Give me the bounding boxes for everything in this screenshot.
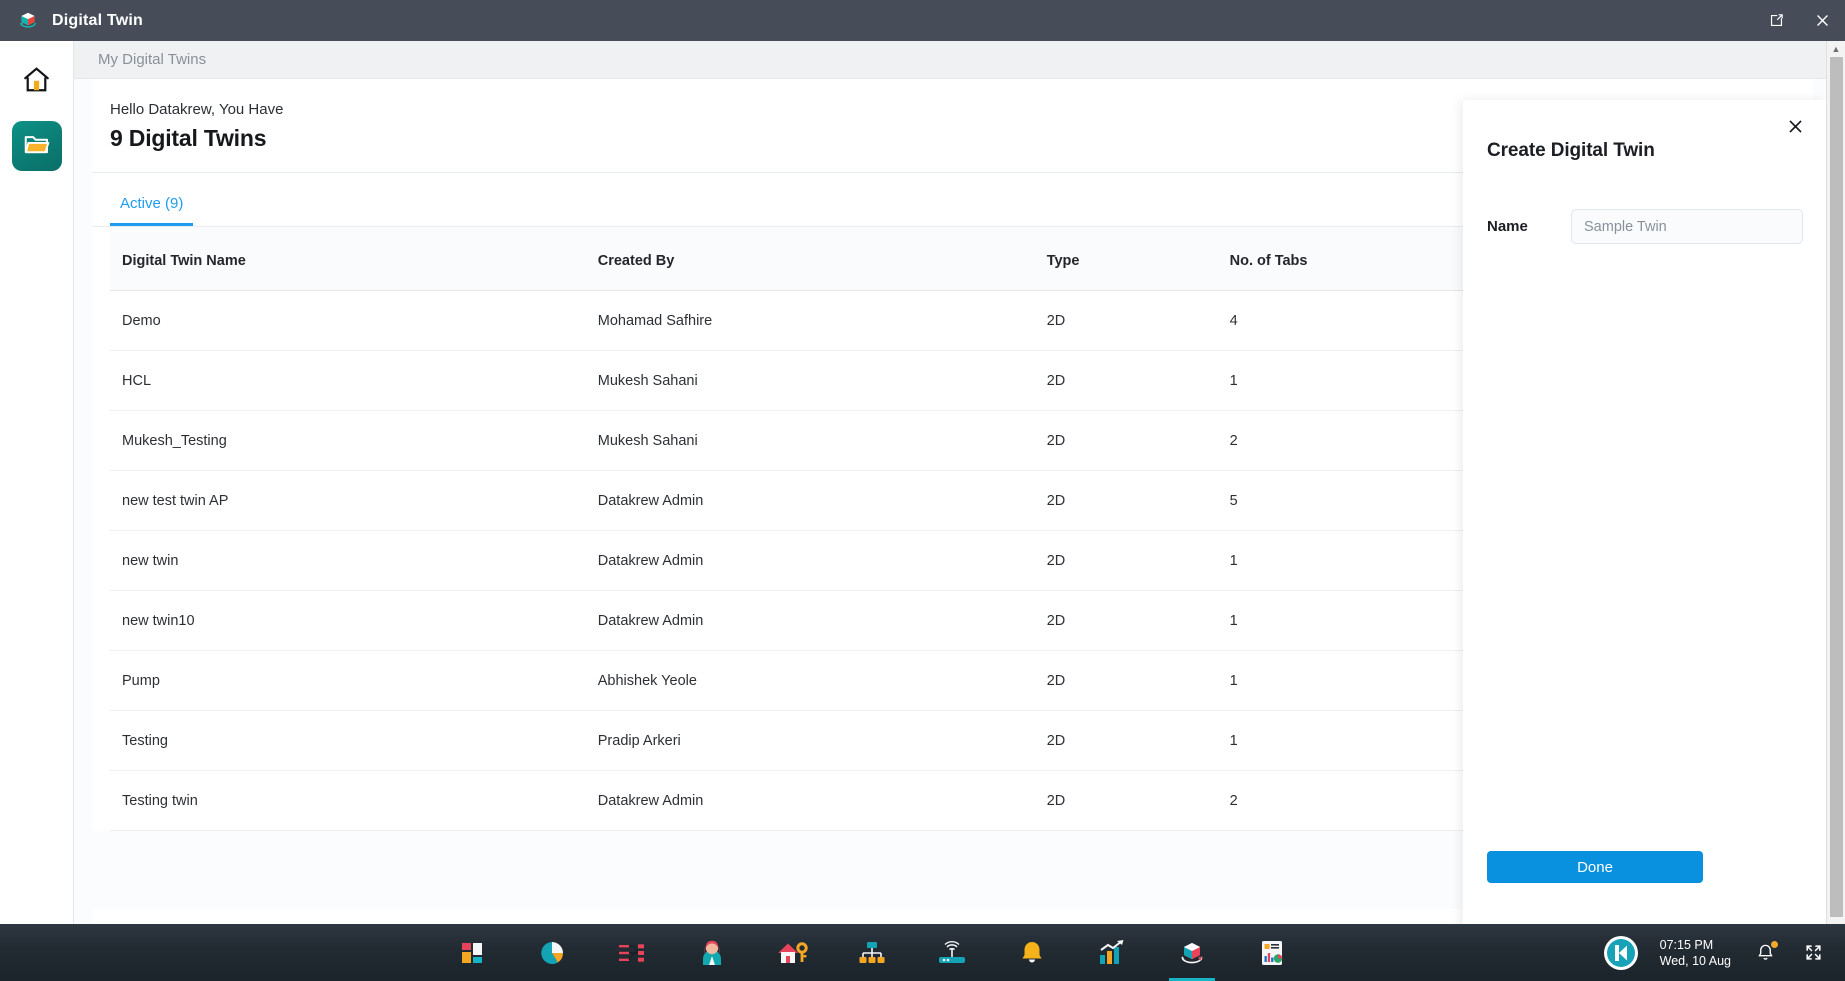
- home-icon: [21, 64, 52, 100]
- cell-created-by: Datakrew Admin: [598, 771, 1047, 831]
- cell-type: 2D: [1047, 651, 1230, 711]
- name-input[interactable]: Sample Twin: [1571, 209, 1803, 244]
- flow-diagram-icon[interactable]: [615, 936, 649, 970]
- breadcrumb: My Digital Twins: [74, 41, 1831, 79]
- name-field-row: Name Sample Twin: [1487, 209, 1803, 244]
- breadcrumb-label: My Digital Twins: [98, 51, 206, 68]
- cell-created-by: Abhishek Yeole: [598, 651, 1047, 711]
- clock[interactable]: 07:15 PM Wed, 10 Aug: [1660, 937, 1731, 969]
- popout-button[interactable]: [1753, 0, 1799, 41]
- column-header-name[interactable]: Digital Twin Name: [110, 227, 598, 291]
- name-label: Name: [1487, 218, 1571, 235]
- column-header-type[interactable]: Type: [1047, 227, 1230, 291]
- window-titlebar: Digital Twin: [0, 0, 1845, 41]
- page-scrollbar[interactable]: ▲ ▼: [1826, 41, 1845, 981]
- cell-twin-name[interactable]: Pump: [110, 651, 598, 711]
- notification-badge: [1771, 941, 1778, 948]
- cell-twin-name[interactable]: new twin: [110, 531, 598, 591]
- taskbar-icons: [455, 936, 1289, 970]
- window-title: Digital Twin: [52, 12, 143, 30]
- trending-chart-icon[interactable]: [1095, 936, 1129, 970]
- done-button[interactable]: Done: [1487, 851, 1703, 883]
- cell-created-by: Pradip Arkeri: [598, 711, 1047, 771]
- report-analytics-icon[interactable]: [1255, 936, 1289, 970]
- folder-open-icon: [22, 129, 52, 164]
- cell-twin-name[interactable]: Demo: [110, 291, 598, 351]
- tray-icons: [1753, 941, 1825, 965]
- cell-twin-name[interactable]: Mukesh_Testing: [110, 411, 598, 471]
- cell-twin-name[interactable]: new twin10: [110, 591, 598, 651]
- clock-date: Wed, 10 Aug: [1660, 953, 1731, 969]
- close-button[interactable]: [1799, 0, 1845, 41]
- left-rail: [0, 41, 74, 981]
- cell-twin-name[interactable]: new test twin AP: [110, 471, 598, 531]
- cube-3d-icon[interactable]: [1175, 936, 1209, 970]
- cell-type: 2D: [1047, 351, 1230, 411]
- cube-3d-icon: [16, 9, 40, 33]
- cell-type: 2D: [1047, 291, 1230, 351]
- house-key-icon[interactable]: [775, 936, 809, 970]
- cell-type: 2D: [1047, 411, 1230, 471]
- cell-created-by: Datakrew Admin: [598, 591, 1047, 651]
- bell-alert-icon[interactable]: [1015, 936, 1049, 970]
- taskbar-tray: 07:15 PM Wed, 10 Aug: [1604, 924, 1845, 981]
- pie-chart-icon[interactable]: [535, 936, 569, 970]
- org-chart-icon[interactable]: [855, 936, 889, 970]
- cell-type: 2D: [1047, 591, 1230, 651]
- cell-twin-name[interactable]: Testing twin: [110, 771, 598, 831]
- router-signal-icon[interactable]: [935, 936, 969, 970]
- fullscreen-expand-icon[interactable]: [1801, 941, 1825, 965]
- person-icon[interactable]: [695, 936, 729, 970]
- cell-type: 2D: [1047, 711, 1230, 771]
- cell-created-by: Datakrew Admin: [598, 531, 1047, 591]
- clock-time: 07:15 PM: [1660, 937, 1731, 953]
- cell-created-by: Mukesh Sahani: [598, 351, 1047, 411]
- scrollbar-thumb[interactable]: [1830, 57, 1843, 917]
- cell-created-by: Mohamad Safhire: [598, 291, 1047, 351]
- taskbar: 07:15 PM Wed, 10 Aug: [0, 924, 1845, 981]
- notifications-bell-icon[interactable]: [1753, 941, 1777, 965]
- drawer-close-button[interactable]: [1783, 114, 1807, 138]
- dashboard-blocks-icon[interactable]: [455, 936, 489, 970]
- cell-twin-name[interactable]: HCL: [110, 351, 598, 411]
- cell-type: 2D: [1047, 531, 1230, 591]
- system-logo-icon[interactable]: [1604, 936, 1638, 970]
- create-digital-twin-drawer: Create Digital Twin Name Sample Twin Don…: [1463, 100, 1827, 981]
- cell-created-by: Datakrew Admin: [598, 471, 1047, 531]
- drawer-title: Create Digital Twin: [1487, 140, 1803, 162]
- cell-type: 2D: [1047, 471, 1230, 531]
- cell-created-by: Mukesh Sahani: [598, 411, 1047, 471]
- sidebar-item-home[interactable]: [12, 57, 62, 107]
- column-header-created-by[interactable]: Created By: [598, 227, 1047, 291]
- cell-type: 2D: [1047, 771, 1230, 831]
- scroll-up-arrow-icon[interactable]: ▲: [1832, 41, 1841, 57]
- cell-twin-name[interactable]: Testing: [110, 711, 598, 771]
- tab-active[interactable]: Active (9): [110, 195, 193, 226]
- sidebar-item-projects[interactable]: [12, 121, 62, 171]
